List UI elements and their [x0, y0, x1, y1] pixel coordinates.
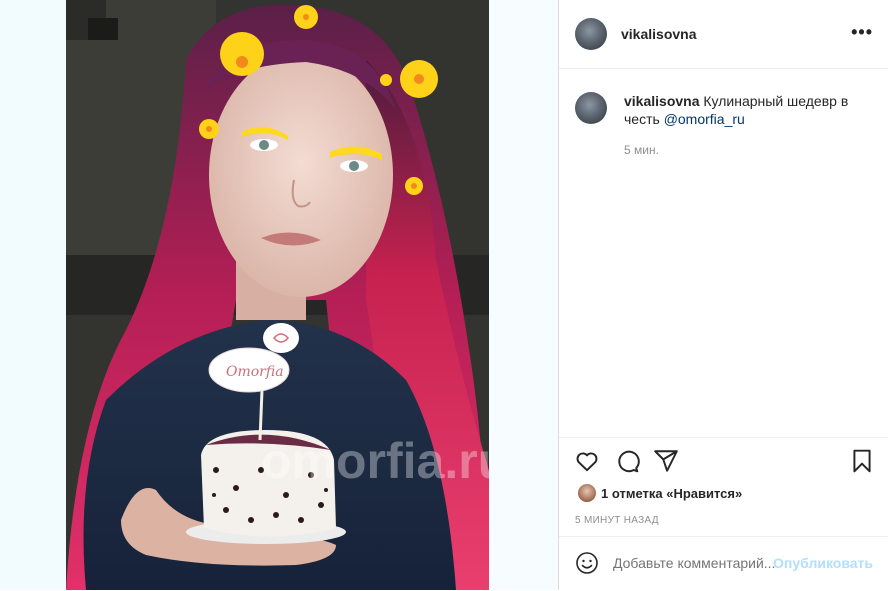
comment-input[interactable]	[613, 555, 776, 571]
publish-button[interactable]: Опубликовать	[773, 555, 873, 571]
heart-icon[interactable]	[574, 448, 600, 474]
post-side-panel: vikalisovna ••• vikalisovna Кулинарный ш…	[558, 0, 888, 590]
bookmark-icon[interactable]	[849, 448, 875, 474]
selfie-image: Omorfia omorfia.ru	[66, 0, 489, 590]
emoji-icon[interactable]	[575, 551, 599, 575]
page-background-left	[0, 0, 66, 590]
watermark-text: omorfia.ru	[261, 433, 489, 489]
caption-mention[interactable]: @omorfia_ru	[664, 111, 745, 127]
comment-icon[interactable]	[614, 448, 640, 474]
post-caption: vikalisovna Кулинарный шедевр в честь @o…	[624, 92, 864, 128]
liker-avatar[interactable]	[578, 484, 596, 502]
post-photo[interactable]: Omorfia omorfia.ru	[66, 0, 489, 590]
caption-time: 5 мин.	[624, 143, 659, 157]
caption-avatar[interactable]	[575, 92, 607, 124]
post-actions: 1 отметка «Нравится» 5 МИНУТ НАЗАД	[559, 437, 888, 538]
comment-bar: Опубликовать	[559, 536, 888, 591]
cake-topper-text: Omorfia	[226, 364, 284, 380]
likes-count[interactable]: 1 отметка «Нравится»	[601, 486, 742, 501]
post-timestamp[interactable]: 5 МИНУТ НАЗАД	[575, 515, 659, 526]
author-avatar[interactable]	[575, 18, 607, 50]
more-horizontal-icon[interactable]: •••	[851, 22, 873, 43]
caption-username[interactable]: vikalisovna	[624, 93, 700, 109]
page-background-gutter	[489, 0, 558, 590]
share-icon[interactable]	[653, 448, 679, 474]
author-username[interactable]: vikalisovna	[621, 26, 697, 42]
post-header: vikalisovna •••	[559, 0, 888, 69]
